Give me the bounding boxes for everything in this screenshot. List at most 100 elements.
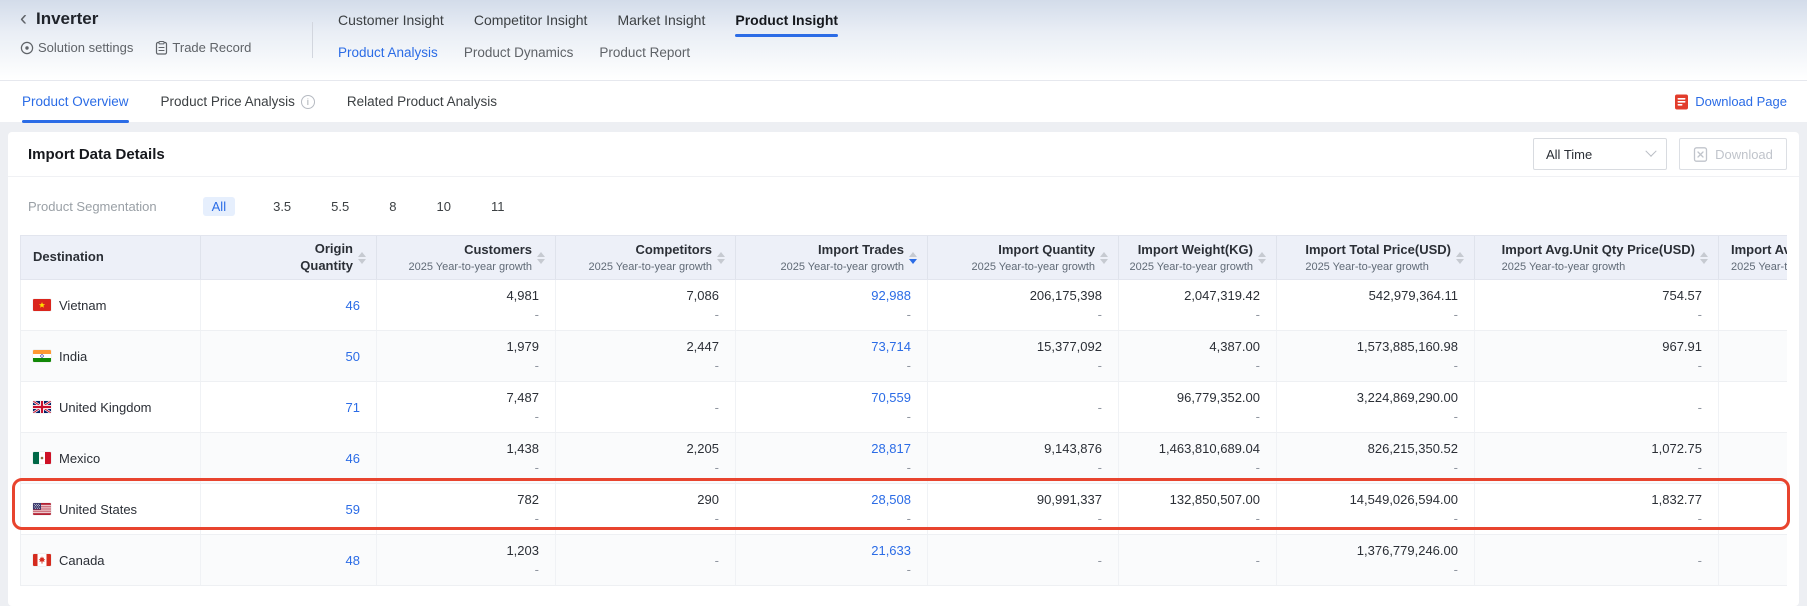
cell-value[interactable]: 92,988: [871, 288, 911, 303]
nav-item-related-product-analysis[interactable]: Related Product Analysis: [347, 81, 497, 123]
cell-growth: -: [907, 460, 911, 475]
cell-customers: 1,203-: [377, 535, 556, 585]
table-row-vietnam: Vietnam464,981-7,086-92,988-206,175,398-…: [20, 280, 1787, 331]
cell-customers: 1,979-: [377, 331, 556, 381]
nav-item-label: Product Price Analysis: [161, 94, 295, 109]
cell-value[interactable]: 70,559: [871, 390, 911, 405]
cell-value[interactable]: 21,633: [871, 543, 911, 558]
cell-import_trades: 21,633-: [736, 535, 928, 585]
tab-competitor-insight[interactable]: Competitor Insight: [474, 12, 588, 37]
download-page-link[interactable]: Download Page: [1674, 94, 1787, 110]
segment-option-5-5[interactable]: 5.5: [329, 197, 351, 216]
back-chevron-icon[interactable]: ‹: [20, 8, 27, 29]
cell-value[interactable]: 59: [346, 502, 360, 517]
cell-value[interactable]: 73,714: [871, 339, 911, 354]
cell-value[interactable]: 46: [346, 451, 360, 466]
cell-growth: -: [535, 409, 539, 424]
sort-asc-icon: [1700, 252, 1708, 257]
cell-destination[interactable]: Canada: [21, 535, 201, 585]
cell-value: 1,979: [506, 339, 539, 354]
sort-carets-icon[interactable]: [1100, 252, 1108, 264]
column-label: Import Avg.Unit Qty Price(USD): [1502, 242, 1695, 259]
cell-import_weight: 4,387.00-: [1119, 331, 1277, 381]
cell-value: 1,438: [506, 441, 539, 456]
column-header-import_avg_unit_qty_price[interactable]: Import Avg.Unit Qty Price(USD) 2025 Year-…: [1475, 236, 1719, 279]
tab-product-insight[interactable]: Product Insight: [735, 12, 838, 37]
panel-title: Import Data Details: [28, 146, 165, 163]
cell-value[interactable]: 46: [346, 298, 360, 313]
sort-carets-icon[interactable]: [717, 252, 725, 264]
cell-customers: 1,438-: [377, 433, 556, 483]
cell-value[interactable]: 48: [346, 553, 360, 568]
column-header-competitors[interactable]: Competitors2025 Year-to-year growth: [556, 236, 736, 279]
info-icon[interactable]: [301, 95, 315, 109]
segment-option-11[interactable]: 11: [489, 197, 507, 216]
table-row-india: India501,979-2,447-73,714-15,377,092-4,3…: [20, 331, 1787, 382]
sort-desc-icon: [537, 259, 545, 264]
segmentation-label: Product Segmentation: [28, 199, 157, 214]
cell-value[interactable]: 28,817: [871, 441, 911, 456]
cell-value[interactable]: 50: [346, 349, 360, 364]
nav-item-product-price-analysis[interactable]: Product Price Analysis: [161, 81, 315, 123]
tab-customer-insight[interactable]: Customer Insight: [338, 12, 444, 37]
download-button[interactable]: Download: [1679, 138, 1787, 170]
flag-mx-icon: [33, 452, 51, 464]
solution-header: ‹ Inverter Solution settings Trade Record: [0, 0, 312, 80]
cell-value[interactable]: 28,508: [871, 492, 911, 507]
cell-destination[interactable]: Vietnam: [21, 280, 201, 330]
cell-growth: -: [1698, 460, 1702, 475]
column-header-customers[interactable]: Customers2025 Year-to-year growth: [377, 236, 556, 279]
cell-growth: -: [715, 460, 719, 475]
nav-item-product-overview[interactable]: Product Overview: [22, 81, 129, 123]
sort-desc-icon: [909, 259, 917, 264]
column-sublabel: 2025 Year-to-year growth: [780, 261, 904, 273]
subtab-product-dynamics[interactable]: Product Dynamics: [464, 45, 574, 60]
column-header-import_quantity[interactable]: Import Quantity2025 Year-to-year growth: [928, 236, 1119, 279]
cell-growth: -: [1454, 409, 1458, 424]
cell-value: 9,143,876: [1044, 441, 1102, 456]
cell-destination[interactable]: Mexico: [21, 433, 201, 483]
column-header-import_trades[interactable]: Import Trades2025 Year-to-year growth: [736, 236, 928, 279]
column-label: Import Avg: [1731, 242, 1787, 259]
cell-value: 290: [697, 492, 719, 507]
sort-desc-icon: [1100, 259, 1108, 264]
flag-vn-icon: [33, 299, 51, 311]
cell-competitors: 7,086-: [556, 280, 736, 330]
sort-carets-icon[interactable]: [1456, 252, 1464, 264]
cell-destination[interactable]: United States: [21, 484, 201, 534]
subtab-product-report[interactable]: Product Report: [599, 45, 690, 60]
time-filter-select[interactable]: All Time: [1533, 138, 1667, 170]
column-header-import_avg_clipped: Import Avg2025 Year-to-year growth: [1719, 236, 1787, 279]
sort-carets-icon[interactable]: [1258, 252, 1266, 264]
tool-solution-settings[interactable]: Solution settings: [20, 40, 133, 55]
sort-carets-icon[interactable]: [537, 252, 545, 264]
cell-destination[interactable]: United Kingdom: [21, 382, 201, 432]
page-title: Inverter: [36, 9, 98, 29]
sort-carets-icon[interactable]: [909, 252, 917, 264]
cell-value: 826,215,350.52: [1368, 441, 1458, 456]
column-label: Origin Quantity: [289, 241, 353, 275]
column-header-origin_quantity[interactable]: Origin Quantity: [201, 236, 377, 279]
cell-import_avg_clipped: [1719, 280, 1787, 330]
cell-value: 132,850,507.00: [1170, 492, 1260, 507]
sort-carets-icon[interactable]: [358, 252, 366, 264]
column-header-import_total_price[interactable]: Import Total Price(USD)2025 Year-to-year…: [1277, 236, 1475, 279]
sort-carets-icon[interactable]: [1700, 252, 1708, 264]
cell-growth: -: [1454, 562, 1458, 577]
tab-market-insight[interactable]: Market Insight: [617, 12, 705, 37]
column-sublabel: 2025 Year-to-year growth: [1502, 261, 1695, 273]
subtab-product-analysis[interactable]: Product Analysis: [338, 45, 438, 60]
cell-value[interactable]: 71: [346, 400, 360, 415]
segment-option-3-5[interactable]: 3.5: [271, 197, 293, 216]
column-header-import_weight[interactable]: Import Weight(KG)2025 Year-to-year growt…: [1119, 236, 1277, 279]
segment-option-10[interactable]: 10: [434, 197, 452, 216]
sort-asc-icon: [909, 252, 917, 257]
cell-import_avg_clipped: [1719, 331, 1787, 381]
cell-value: 3,224,869,290.00: [1357, 390, 1458, 405]
segment-option-all[interactable]: All: [203, 197, 235, 216]
tool-trade-record[interactable]: Trade Record: [155, 40, 251, 55]
nav-item-label: Product Overview: [22, 94, 129, 109]
segment-option-8[interactable]: 8: [387, 197, 398, 216]
cell-destination[interactable]: India: [21, 331, 201, 381]
import-data-table: DestinationOrigin QuantityCustomers2025 …: [20, 235, 1787, 586]
